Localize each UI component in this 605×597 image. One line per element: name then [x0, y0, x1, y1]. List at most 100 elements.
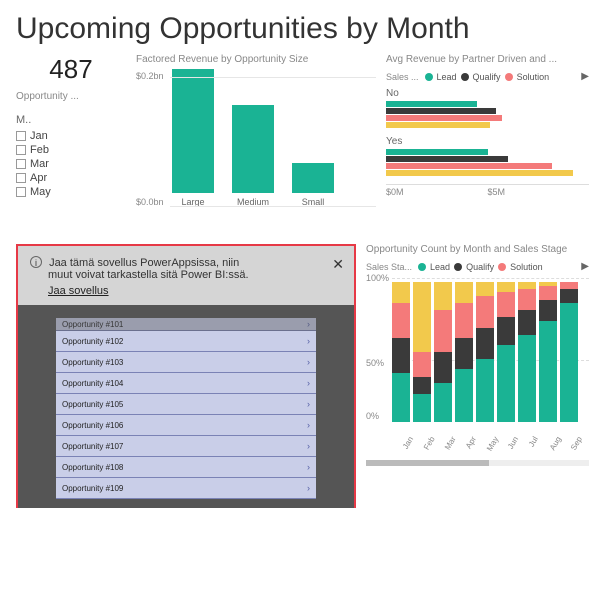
- checkbox-icon[interactable]: [16, 187, 26, 197]
- list-item-label: Opportunity #107: [62, 442, 123, 451]
- list-item-label: Opportunity #101: [62, 320, 123, 329]
- bar-large[interactable]: [172, 69, 214, 193]
- slicer-item-label: Feb: [30, 144, 49, 156]
- y-axis-label: Yes: [386, 136, 589, 147]
- checkbox-icon[interactable]: [16, 173, 26, 183]
- x-axis-label: Jul: [527, 435, 540, 448]
- y-axis-label: $0.2bn: [136, 71, 164, 81]
- oppcount-legend: Sales Sta... Lead Qualify Solution ▶: [366, 261, 589, 272]
- chevron-right-icon: ›: [307, 441, 310, 451]
- legend-more-icon[interactable]: ▶: [581, 261, 589, 272]
- x-axis-label: Aug: [548, 435, 563, 452]
- stacked-column[interactable]: Sep: [560, 282, 578, 422]
- legend-item: Solution: [517, 72, 550, 82]
- slicer-item-label: Apr: [30, 172, 47, 184]
- x-axis-label: Jun: [506, 435, 520, 451]
- legend-swatch-icon: [461, 73, 469, 81]
- chevron-right-icon: ›: [307, 357, 310, 367]
- chart-scrollbar[interactable]: [366, 460, 589, 466]
- list-item-label: Opportunity #102: [62, 337, 123, 346]
- list-item-label: Opportunity #105: [62, 400, 123, 409]
- legend-item: Qualify: [473, 72, 501, 82]
- avgrev-legend: Sales ... Lead Qualify Solution ▶: [386, 71, 589, 82]
- legend-swatch-icon: [498, 263, 506, 271]
- slicer-item-label: May: [30, 186, 51, 198]
- list-item-label: Opportunity #108: [62, 463, 123, 472]
- slicer-header: M..: [16, 114, 126, 126]
- x-axis-label: Mar: [443, 435, 458, 451]
- opportunity-list[interactable]: Opportunity #101 › Opportunity #102 › Oppo…: [18, 318, 354, 508]
- oppcount-chart-title: Opportunity Count by Month and Sales Sta…: [366, 244, 589, 255]
- list-item-label: Opportunity #103: [62, 358, 123, 367]
- bar-small[interactable]: [292, 163, 334, 193]
- stacked-column[interactable]: Jul: [518, 282, 536, 422]
- list-item[interactable]: Opportunity #101 ›: [56, 318, 316, 331]
- bar-medium[interactable]: [232, 105, 274, 193]
- factored-chart-title: Factored Revenue by Opportunity Size: [136, 54, 376, 65]
- legend-label: Sales ...: [386, 72, 419, 82]
- legend-swatch-icon: [418, 263, 426, 271]
- y-axis-label: No: [386, 88, 589, 99]
- legend-swatch-icon: [454, 263, 462, 271]
- kpi-value: 487: [16, 54, 126, 85]
- list-item-label: Opportunity #109: [62, 484, 123, 493]
- avgrev-chart[interactable]: No Yes $0M $5M: [386, 88, 589, 238]
- list-item[interactable]: Opportunity #102 ›: [56, 331, 316, 352]
- info-icon: i: [30, 256, 42, 268]
- list-item[interactable]: Opportunity #104 ›: [56, 373, 316, 394]
- stacked-column[interactable]: Aug: [539, 282, 557, 422]
- legend-item: Lead: [430, 262, 450, 272]
- chevron-right-icon: ›: [307, 336, 310, 346]
- x-axis-label: Feb: [422, 435, 437, 451]
- list-item[interactable]: Opportunity #108 ›: [56, 457, 316, 478]
- legend-swatch-icon: [505, 73, 513, 81]
- chevron-right-icon: ›: [307, 462, 310, 472]
- list-item[interactable]: Opportunity #109 ›: [56, 478, 316, 499]
- banner-text: muut voivat tarkastella sitä Power BI:ss…: [48, 269, 249, 281]
- legend-label: Sales Sta...: [366, 262, 412, 272]
- checkbox-icon[interactable]: [16, 131, 26, 141]
- checkbox-icon[interactable]: [16, 145, 26, 155]
- x-axis-label: Apr: [464, 435, 478, 450]
- y-axis-label: 50%: [366, 358, 384, 368]
- chevron-right-icon: ›: [307, 378, 310, 388]
- share-banner: i Jaa tämä sovellus PowerAppsissa, niin …: [18, 246, 354, 305]
- list-item[interactable]: Opportunity #103 ›: [56, 352, 316, 373]
- slicer-item-label: Mar: [30, 158, 49, 170]
- list-item[interactable]: Opportunity #106 ›: [56, 415, 316, 436]
- share-app-link[interactable]: Jaa sovellus: [48, 285, 109, 297]
- close-icon[interactable]: ✕: [332, 256, 344, 273]
- powerapps-embed[interactable]: i Jaa tämä sovellus PowerAppsissa, niin …: [16, 244, 356, 508]
- y-axis-label: 100%: [366, 273, 389, 283]
- oppcount-chart[interactable]: 100% 50% 0% Jan Feb Mar Apr May Jun Jul …: [366, 278, 589, 448]
- stacked-column[interactable]: Apr: [455, 282, 473, 422]
- x-axis-label: May: [485, 435, 500, 453]
- month-slicer[interactable]: Jan Feb Mar Apr May: [16, 130, 126, 200]
- chevron-right-icon: ›: [307, 420, 310, 430]
- kpi-label: Opportunity ...: [16, 91, 126, 102]
- x-axis-label: $5M: [488, 187, 506, 197]
- chevron-right-icon: ›: [307, 483, 310, 493]
- factored-chart[interactable]: $0.2bn $0.0bn Large Medium Small: [136, 71, 376, 221]
- stacked-column[interactable]: Mar: [434, 282, 452, 422]
- legend-swatch-icon: [425, 73, 433, 81]
- checkbox-icon[interactable]: [16, 159, 26, 169]
- chevron-right-icon: ›: [307, 399, 310, 409]
- legend-item: Solution: [510, 262, 543, 272]
- x-axis-label: $0M: [386, 187, 404, 197]
- list-item[interactable]: Opportunity #105 ›: [56, 394, 316, 415]
- stacked-column[interactable]: Jun: [497, 282, 515, 422]
- legend-more-icon[interactable]: ▶: [581, 71, 589, 82]
- list-item[interactable]: Opportunity #107 ›: [56, 436, 316, 457]
- list-item-label: Opportunity #104: [62, 379, 123, 388]
- stacked-column[interactable]: Jan: [392, 282, 410, 422]
- y-axis-label: $0.0bn: [136, 197, 164, 207]
- legend-item: Qualify: [466, 262, 494, 272]
- list-item-label: Opportunity #106: [62, 421, 123, 430]
- stacked-column[interactable]: May: [476, 282, 494, 422]
- banner-text: Jaa tämä sovellus PowerAppsissa, niin: [49, 257, 239, 269]
- page-title: Upcoming Opportunities by Month: [16, 12, 589, 46]
- chevron-right-icon: ›: [307, 319, 310, 329]
- stacked-column[interactable]: Feb: [413, 282, 431, 422]
- avgrev-chart-title: Avg Revenue by Partner Driven and ...: [386, 54, 589, 65]
